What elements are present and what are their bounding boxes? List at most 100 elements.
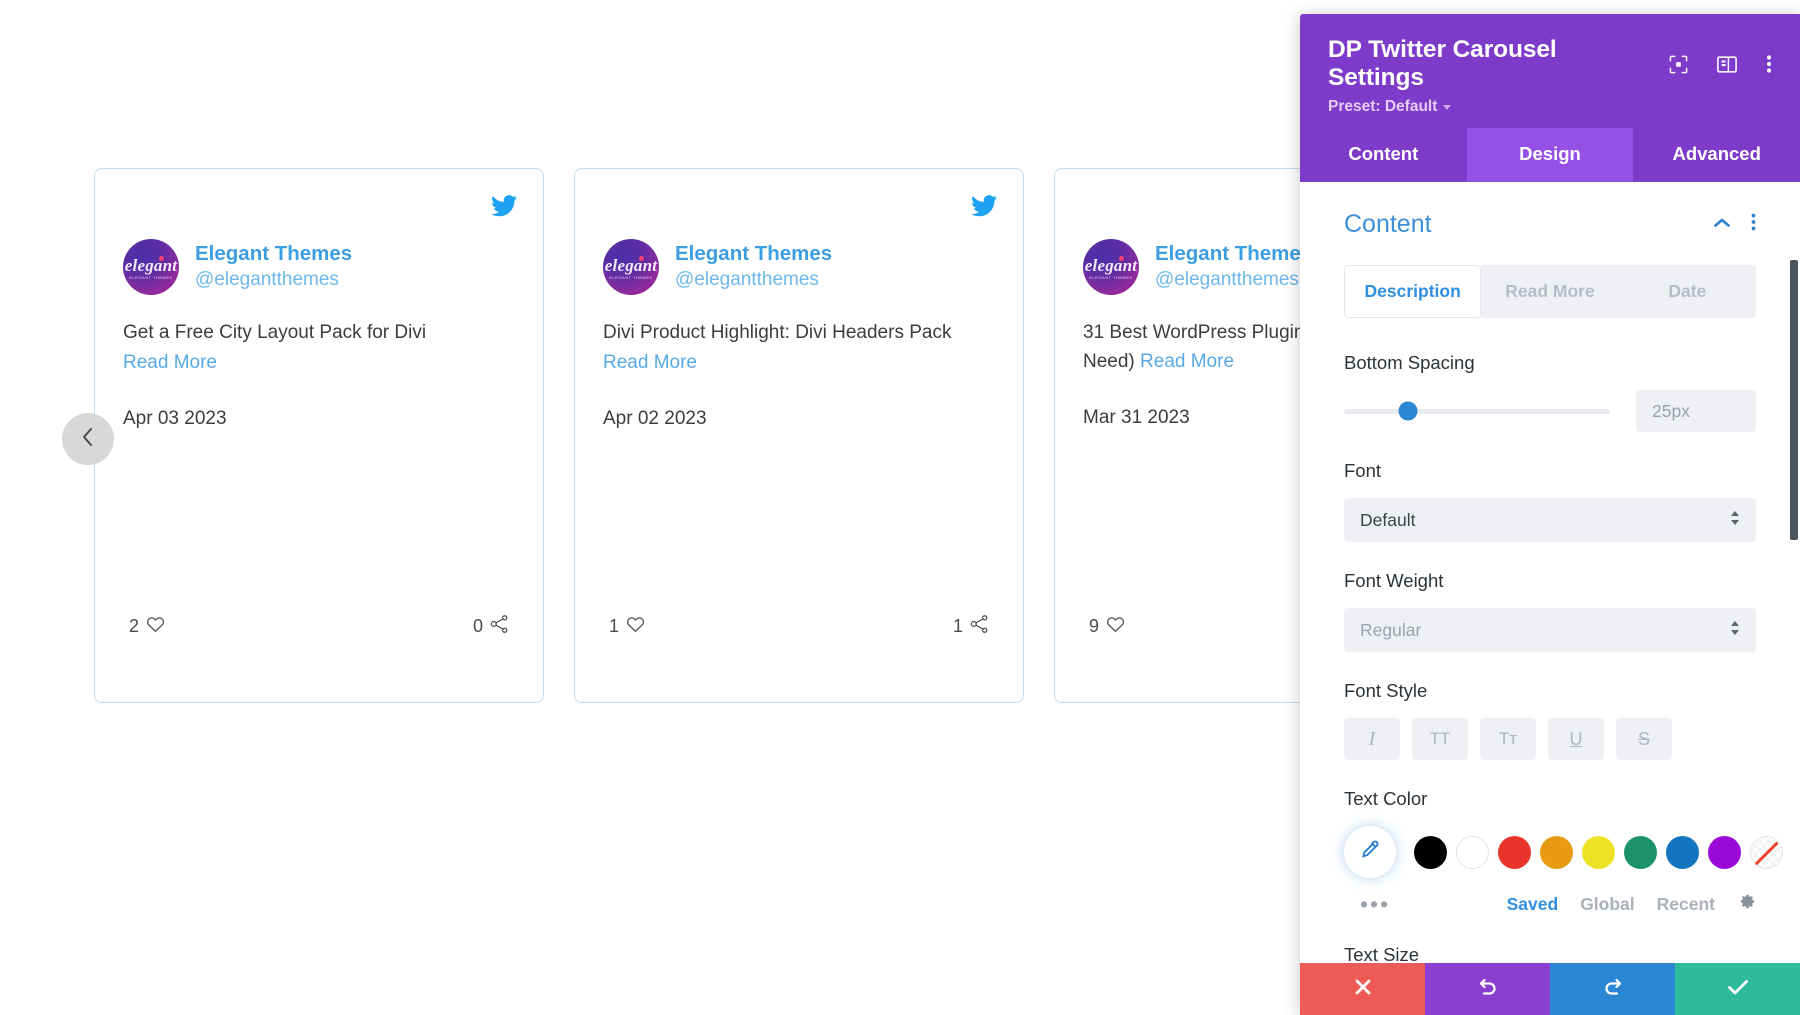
tweet-date: Apr 02 2023: [603, 407, 707, 429]
avatar-label: elegant: [604, 256, 658, 275]
text-color-label: Text Color: [1344, 788, 1428, 809]
like-stat[interactable]: 9: [1089, 616, 1125, 638]
subtab-description[interactable]: Description: [1344, 265, 1482, 318]
like-stat[interactable]: 1: [609, 616, 645, 638]
more-vertical-icon[interactable]: [1766, 54, 1772, 74]
more-colors-button[interactable]: •••: [1344, 893, 1390, 916]
avatar-subtext: ELEGANT THEMES: [609, 275, 653, 280]
tweet-date: Apr 03 2023: [123, 407, 227, 429]
color-tab-recent[interactable]: Recent: [1657, 894, 1715, 915]
chevron-up-icon[interactable]: [1713, 216, 1731, 234]
color-tab-global[interactable]: Global: [1580, 894, 1634, 915]
redo-button[interactable]: [1550, 963, 1675, 1015]
underline-button[interactable]: U: [1548, 718, 1604, 760]
like-stat[interactable]: 2: [129, 616, 165, 638]
avatar-label: elegant: [124, 256, 178, 275]
eyedropper-button[interactable]: [1344, 826, 1396, 878]
avatar-label: elegant: [1084, 256, 1138, 275]
swatch-red[interactable]: [1498, 835, 1531, 869]
avatar-dot: [639, 256, 644, 261]
tweet-card[interactable]: elegant ELEGANT THEMES Elegant Themes @e…: [574, 168, 1024, 703]
swatch-black[interactable]: [1414, 835, 1447, 869]
select-arrows-icon: [1730, 510, 1740, 531]
author-name[interactable]: Elegant Themes: [195, 242, 352, 267]
read-more-link[interactable]: Read More: [123, 352, 217, 373]
swatch-green[interactable]: [1624, 835, 1657, 869]
color-tab-saved[interactable]: Saved: [1507, 894, 1559, 915]
panel-header-icons: [1669, 54, 1772, 74]
bottom-spacing-value[interactable]: 25px: [1636, 390, 1756, 432]
cancel-button[interactable]: [1300, 963, 1425, 1015]
tab-advanced[interactable]: Advanced: [1633, 128, 1800, 182]
close-icon: [1353, 977, 1373, 1002]
eyedropper-icon: [1359, 839, 1381, 866]
select-arrows-icon: [1730, 620, 1740, 641]
heart-icon: [146, 616, 165, 638]
section-more-vertical-icon[interactable]: [1751, 213, 1756, 236]
subtab-read-more[interactable]: Read More: [1481, 265, 1619, 318]
save-button[interactable]: [1675, 963, 1800, 1015]
focus-icon[interactable]: [1669, 55, 1688, 74]
swatch-purple[interactable]: [1708, 835, 1741, 869]
author-name[interactable]: Elegant Themes: [1155, 242, 1312, 267]
heart-icon: [1106, 616, 1125, 638]
swatch-blue[interactable]: [1666, 835, 1699, 869]
tweet-stats: 2 0: [123, 615, 515, 638]
avatar-dot: [159, 256, 164, 261]
font-weight-select-value: Regular: [1360, 619, 1422, 640]
slider-thumb[interactable]: [1398, 401, 1418, 421]
tweet-author: elegant ELEGANT THEMES Elegant Themes @e…: [603, 239, 995, 295]
font-weight-select[interactable]: Regular: [1344, 608, 1756, 652]
font-label: Font: [1344, 460, 1382, 481]
preset-selector[interactable]: Preset: Default: [1328, 98, 1772, 116]
tab-design[interactable]: Design: [1466, 128, 1634, 182]
share-stat[interactable]: 1: [953, 615, 989, 638]
panel-scrollbar[interactable]: [1790, 260, 1798, 540]
avatar-subtext: ELEGANT THEMES: [1089, 275, 1133, 280]
font-style-buttons: I TT Tт U S: [1344, 718, 1756, 760]
panel-action-bar: [1300, 963, 1800, 1015]
twitter-carousel: elegant ELEGANT THEMES Elegant Themes @e…: [0, 0, 1504, 1015]
tab-content[interactable]: Content: [1300, 128, 1467, 182]
read-more-link[interactable]: Read More: [1140, 351, 1234, 372]
bottom-spacing-slider[interactable]: [1344, 401, 1610, 421]
color-swatches: [1344, 826, 1783, 878]
swatch-orange[interactable]: [1540, 835, 1573, 869]
panel-header: DP Twitter Carousel Settings Preset: Def…: [1300, 14, 1800, 128]
font-select[interactable]: Default: [1344, 498, 1756, 542]
tweet-text: Divi Product Highlight: Divi Headers Pac…: [603, 319, 995, 378]
tweet-card[interactable]: elegant ELEGANT THEMES Elegant Themes @e…: [94, 168, 544, 703]
author-handle[interactable]: @elegantthemes: [675, 268, 832, 292]
swatch-white[interactable]: [1456, 835, 1489, 869]
read-more-link[interactable]: Read More: [603, 352, 697, 373]
undo-button[interactable]: [1425, 963, 1550, 1015]
content-subtabs: Description Read More Date: [1344, 265, 1756, 318]
italic-button[interactable]: I: [1344, 718, 1400, 760]
share-stat[interactable]: 0: [473, 615, 509, 638]
author-handle[interactable]: @elegantthemes: [1155, 268, 1312, 292]
tweet-author: elegant ELEGANT THEMES Elegant Themes @e…: [123, 239, 515, 295]
card-spacer: [603, 430, 995, 615]
author-handle[interactable]: @elegantthemes: [195, 268, 352, 292]
avatar: elegant ELEGANT THEMES: [123, 239, 179, 295]
author-names: Elegant Themes @elegantthemes: [1155, 242, 1312, 292]
chevron-down-icon: [1443, 104, 1452, 110]
carousel-track: elegant ELEGANT THEMES Elegant Themes @e…: [94, 168, 1504, 703]
layout-icon[interactable]: [1717, 55, 1737, 74]
author-name[interactable]: Elegant Themes: [675, 242, 832, 267]
panel-body: Content Description Read More Date Botto…: [1300, 182, 1800, 963]
swatch-yellow[interactable]: [1582, 835, 1615, 869]
bottom-spacing-field: Bottom Spacing 25px: [1344, 352, 1756, 432]
font-style-field: Font Style I TT Tт U S: [1344, 680, 1756, 760]
subtab-date[interactable]: Date: [1618, 265, 1756, 318]
swatch-transparent[interactable]: [1750, 835, 1783, 869]
text-size-label: Text Size: [1344, 944, 1420, 963]
carousel-prev-button[interactable]: [62, 413, 114, 465]
card-spacer: [123, 430, 515, 615]
gear-icon[interactable]: [1737, 892, 1756, 916]
font-style-label: Font Style: [1344, 680, 1428, 701]
uppercase-button[interactable]: TT: [1412, 718, 1468, 760]
smallcaps-button[interactable]: Tт: [1480, 718, 1536, 760]
share-icon: [970, 615, 989, 638]
strikethrough-button[interactable]: S: [1616, 718, 1672, 760]
